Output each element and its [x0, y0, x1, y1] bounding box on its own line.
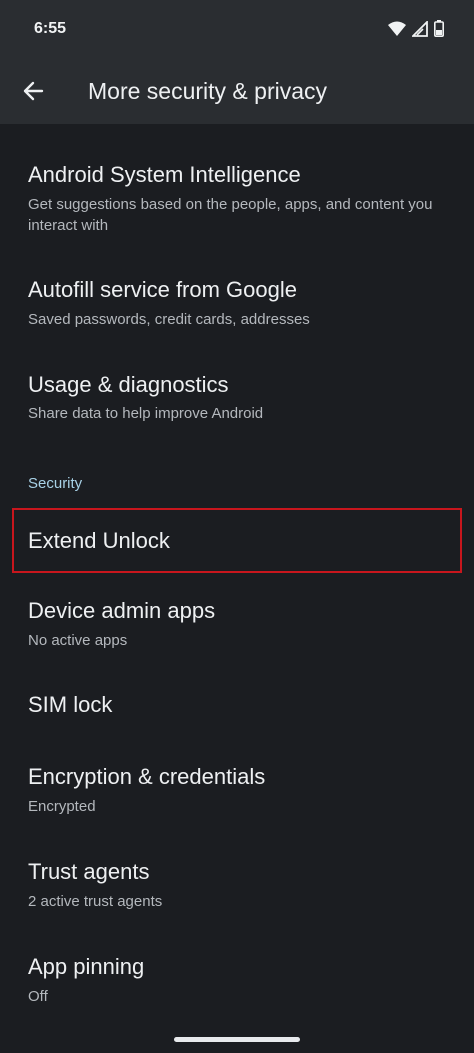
list-item-sim-lock[interactable]: SIM lock [0, 680, 474, 740]
app-bar: More security & privacy [0, 62, 474, 124]
item-title: SIM lock [28, 692, 113, 717]
battery-icon [434, 20, 444, 42]
item-title: Android System Intelligence [28, 162, 301, 187]
list-item-encryption-credentials[interactable]: Encryption & credentials Encrypted [0, 752, 474, 827]
status-time: 6:55 [34, 20, 67, 37]
section-header-security: Security [28, 475, 83, 492]
item-title: App pinning [28, 954, 145, 979]
item-subtitle: Off [28, 988, 48, 1005]
item-title: Device admin apps [28, 598, 216, 623]
list-item-app-pinning[interactable]: App pinning Off [0, 942, 474, 1017]
back-button[interactable] [14, 74, 52, 112]
home-indicator[interactable] [174, 1037, 300, 1042]
highlight-box [12, 508, 462, 573]
arrow-back-icon [22, 80, 44, 107]
item-subtitle: Get suggestions based on the people, app… [28, 196, 433, 234]
list-item-trust-agents[interactable]: Trust agents 2 active trust agents [0, 847, 474, 922]
item-title: Usage & diagnostics [28, 372, 229, 397]
list-item-device-admin-apps[interactable]: Device admin apps No active apps [0, 586, 474, 661]
signal-icon [410, 19, 428, 42]
item-subtitle: Share data to help improve Android [28, 405, 264, 422]
item-subtitle: Encrypted [28, 798, 96, 815]
status-bar: 6:55 [0, 0, 474, 62]
list-item-autofill-service[interactable]: Autofill service from Google Saved passw… [0, 265, 474, 340]
item-title: Encryption & credentials [28, 764, 266, 789]
item-subtitle: Saved passwords, credit cards, addresses [28, 311, 310, 328]
item-title: Autofill service from Google [28, 277, 297, 302]
item-title: Trust agents [28, 859, 150, 884]
item-subtitle: 2 active trust agents [28, 893, 163, 910]
list-item-usage-diagnostics[interactable]: Usage & diagnostics Share data to help i… [0, 360, 474, 435]
page-title: More security & privacy [88, 78, 328, 104]
list-item-android-system-intelligence[interactable]: Android System Intelligence Get suggesti… [0, 150, 474, 245]
item-subtitle: No active apps [28, 632, 128, 649]
status-icons [388, 19, 444, 42]
wifi-icon [388, 21, 406, 42]
